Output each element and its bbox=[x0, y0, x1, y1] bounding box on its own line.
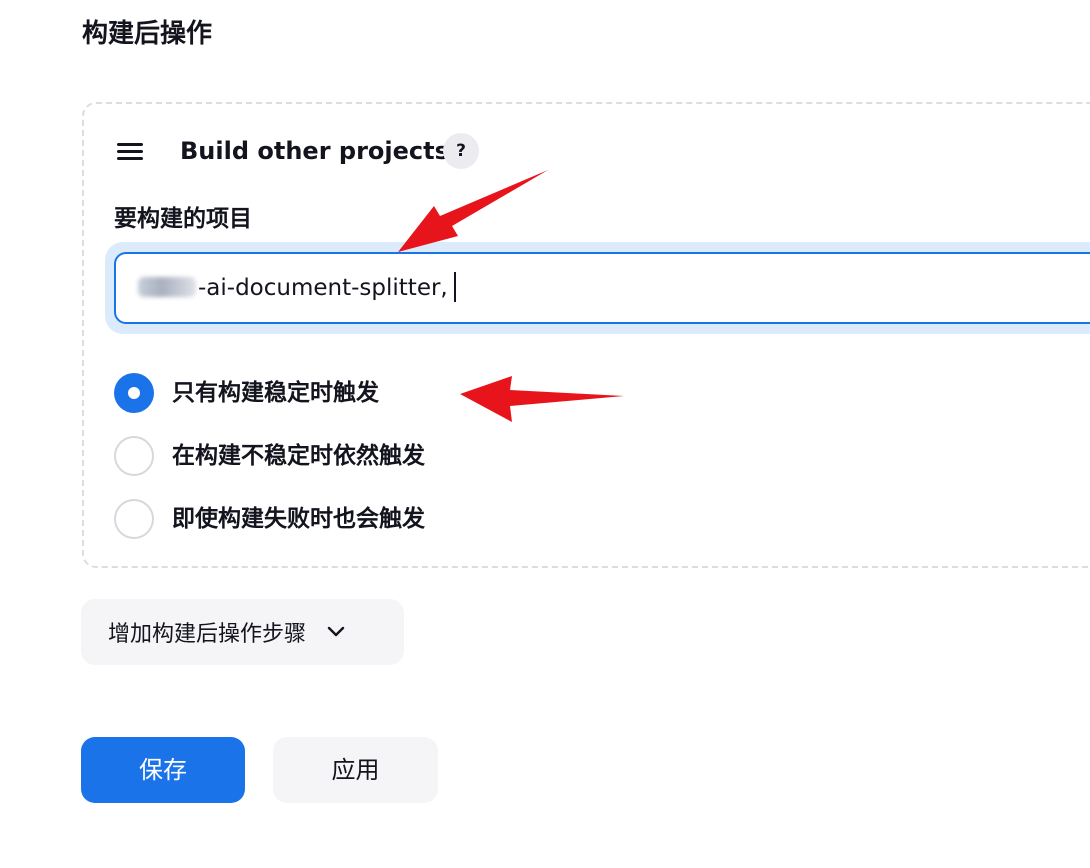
radio-button-checked[interactable] bbox=[114, 373, 154, 413]
chevron-down-icon bbox=[327, 626, 345, 637]
section-title: 构建后操作 bbox=[82, 19, 213, 49]
redacted-text bbox=[138, 276, 196, 297]
trigger-option-label: 在构建不稳定时依然触发 bbox=[172, 443, 425, 469]
trigger-option-stable[interactable]: 只有构建稳定时触发 bbox=[114, 372, 379, 414]
projects-label: 要构建的项目 bbox=[114, 206, 252, 232]
trigger-option-label: 只有构建稳定时触发 bbox=[172, 380, 379, 406]
trigger-option-label: 即使构建失败时也会触发 bbox=[172, 506, 425, 532]
step-title: Build other projects bbox=[180, 137, 449, 165]
projects-input[interactable]: -ai-document-splitter, bbox=[114, 252, 1090, 324]
post-build-actions-page: 构建后操作 Build other projects ? 要构建的项目 -ai-… bbox=[0, 0, 1090, 868]
apply-button[interactable]: 应用 bbox=[273, 737, 438, 803]
radio-button[interactable] bbox=[114, 499, 154, 539]
save-button[interactable]: 保存 bbox=[81, 737, 245, 803]
add-step-label: 增加构建后操作步骤 bbox=[108, 622, 307, 647]
radio-button[interactable] bbox=[114, 436, 154, 476]
help-button[interactable]: ? bbox=[443, 133, 479, 169]
trigger-option-failed[interactable]: 即使构建失败时也会触发 bbox=[114, 498, 425, 540]
text-caret bbox=[453, 271, 456, 302]
drag-handle-icon[interactable] bbox=[115, 139, 145, 163]
trigger-option-unstable[interactable]: 在构建不稳定时依然触发 bbox=[114, 435, 425, 477]
projects-input-value: -ai-document-splitter, bbox=[198, 275, 448, 301]
add-post-build-step-button[interactable]: 增加构建后操作步骤 bbox=[81, 599, 404, 665]
